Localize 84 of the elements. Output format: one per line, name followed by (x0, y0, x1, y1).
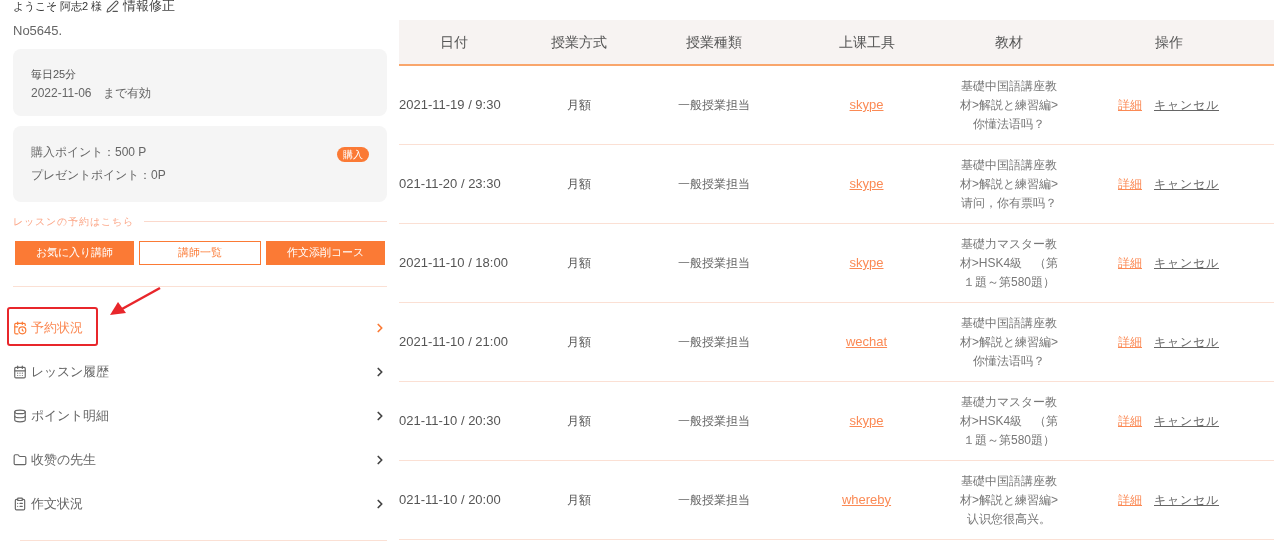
method-cell-text: 月額 (567, 492, 591, 509)
member-number: No5645. (13, 22, 63, 40)
material-text: １題～第580題） (963, 431, 1055, 449)
purchased-points-text: 購入ポイント：500 P (31, 144, 147, 161)
cancel-link[interactable]: キャンセル (1154, 412, 1219, 430)
date-cell-text: 2021-11-19 / 9:30 (399, 96, 501, 115)
menu-item[interactable]: 收赞の先生 (13, 449, 96, 470)
date-cell-text: 021-11-20 / 23:30 (399, 175, 501, 194)
menu-item[interactable]: 予約状況 (13, 317, 83, 338)
method-cell-text: 月額 (567, 97, 591, 114)
cancel-link[interactable]: キャンセル (1154, 175, 1219, 193)
type-cell-text: 一般授業担当 (678, 176, 750, 193)
material-text: 基礎力マスター教 (961, 235, 1057, 253)
menu-item[interactable]: 作文状況 (13, 493, 83, 514)
material-text: 请问，你有票吗？ (961, 194, 1057, 212)
material-text: 材>解説と練習編> (960, 491, 1058, 509)
material-text: 基礎力マスター教 (961, 393, 1057, 411)
material-text: 你懂法语吗？ (973, 115, 1045, 133)
material-text: 认识您很高兴。 (967, 510, 1051, 528)
method-cell-text: 月額 (567, 255, 591, 272)
type-cell-text: 一般授業担当 (678, 413, 750, 430)
tool-link[interactable]: skype (849, 95, 884, 115)
column-header: 上课工具 (838, 32, 895, 52)
details-link[interactable]: 詳細 (1118, 96, 1142, 114)
calendar-icon (13, 320, 27, 335)
material-text: 基礎中国語講座教 (961, 314, 1057, 332)
tool-link[interactable]: skype (849, 411, 884, 431)
material-text: 材>HSK4級 （第 (959, 412, 1059, 430)
calendar-icon (13, 364, 27, 379)
method-cell-text: 月額 (567, 413, 591, 430)
booking-section-label: レッスンの予約はこちら (13, 214, 134, 229)
type-cell-text: 一般授業担当 (678, 97, 750, 114)
date-cell-text: 2021-11-10 / 21:00 (399, 333, 508, 352)
booking-button[interactable]: 講師一覧 (139, 240, 261, 265)
material-text: １題～第580題） (963, 273, 1055, 291)
material-text: 基礎中国語講座教 (961, 77, 1057, 95)
column-header: 操作 (1154, 32, 1183, 52)
validity-text: 2022-11-06 まで有効 (31, 85, 152, 102)
type-cell-text: 一般授業担当 (678, 334, 750, 351)
edit-icon[interactable] (106, 0, 120, 13)
material-text: 材>解説と練習編> (960, 96, 1058, 114)
present-points-text: プレゼントポイント：0P (31, 167, 166, 184)
material-text: 材>解説と練習編> (960, 333, 1058, 351)
method-cell-text: 月額 (567, 334, 591, 351)
column-header: 授業方式 (551, 32, 607, 52)
type-cell-text: 一般授業担当 (678, 492, 750, 509)
booking-button[interactable]: 作文添削コース (265, 240, 385, 265)
cancel-link[interactable]: キャンセル (1154, 96, 1219, 114)
material-text: 材>HSK4級 （第 (959, 254, 1059, 272)
menu-item[interactable]: レッスン履歴 (13, 361, 109, 382)
clipboard-icon (13, 496, 27, 511)
tool-link[interactable]: skype (849, 174, 884, 194)
type-cell-text: 一般授業担当 (678, 255, 750, 272)
details-link[interactable]: 詳細 (1118, 254, 1142, 272)
welcome-text: ようこそ 阿志2 様 (13, 0, 103, 12)
column-header: 授業種類 (686, 32, 742, 52)
date-cell-text: 021-11-10 / 20:30 (399, 412, 501, 431)
tool-link[interactable]: skype (849, 253, 884, 273)
booking-button[interactable]: お気に入り講師 (15, 240, 135, 265)
material-text: 基礎中国語講座教 (961, 156, 1057, 174)
coin-stack-icon (13, 408, 27, 423)
cancel-link[interactable]: キャンセル (1154, 491, 1219, 509)
cancel-link[interactable]: キャンセル (1154, 333, 1219, 351)
details-link[interactable]: 詳細 (1118, 491, 1142, 509)
tool-link[interactable]: wechat (845, 332, 888, 352)
details-link[interactable]: 詳細 (1118, 333, 1142, 351)
date-cell-text: 021-11-10 / 20:00 (399, 491, 501, 510)
plan-text: 毎日25分 (31, 66, 77, 82)
date-cell-text: 2021-11-10 / 18:00 (399, 254, 508, 273)
tool-link[interactable]: whereby (841, 490, 892, 510)
column-header: 日付 (440, 32, 468, 52)
material-text: 材>解説と練習編> (960, 175, 1058, 193)
edit-profile-link[interactable]: 情報修正 (123, 0, 176, 12)
cancel-link[interactable]: キャンセル (1154, 254, 1219, 272)
material-text: 你懂法语吗？ (973, 352, 1045, 370)
column-header: 教材 (995, 32, 1023, 52)
folder-icon (13, 452, 27, 467)
details-link[interactable]: 詳細 (1118, 412, 1142, 430)
details-link[interactable]: 詳細 (1118, 175, 1142, 193)
menu-item[interactable]: ポイント明細 (13, 405, 109, 426)
material-text: 基礎中国語講座教 (961, 472, 1057, 490)
method-cell-text: 月額 (567, 176, 591, 193)
annotation-arrow (108, 286, 162, 318)
buy-button[interactable]: 購入 (337, 147, 369, 162)
